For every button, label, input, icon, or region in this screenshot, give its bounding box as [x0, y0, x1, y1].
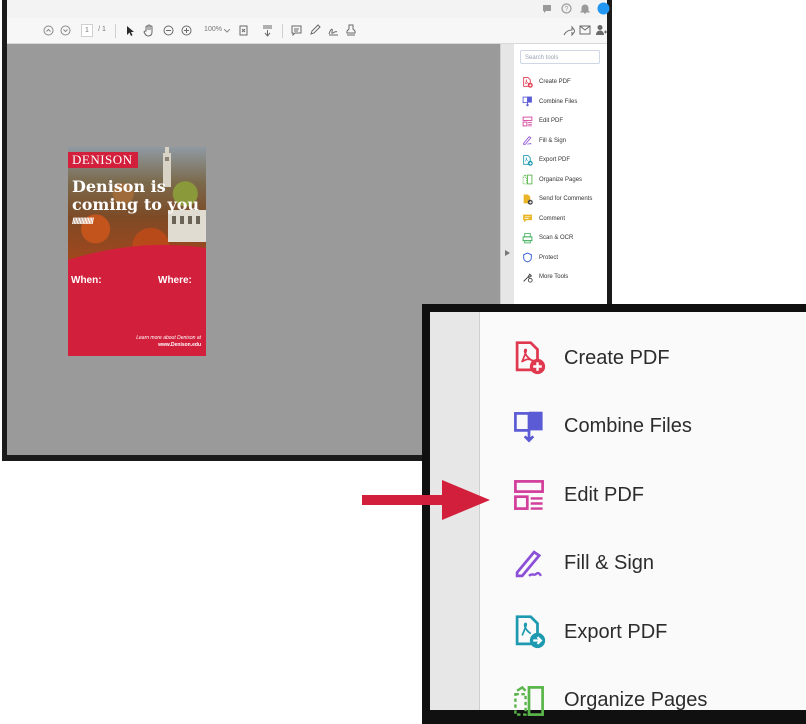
previous-page-icon[interactable]: [43, 25, 54, 36]
zoom-tool-item-label: Combine Files: [564, 415, 692, 437]
create-pdf-icon: [523, 76, 533, 88]
tool-item-label: Scan & OCR: [539, 235, 574, 241]
zoom-tool-item-label: Create PDF: [564, 346, 670, 369]
tool-item[interactable]: Comment: [522, 212, 565, 226]
page-number-input[interactable]: 1: [81, 24, 93, 37]
tool-item-label: Export PDF: [539, 157, 571, 163]
tool-item-label: Organize Pages: [539, 176, 583, 183]
fill-sign-icon: [515, 549, 542, 577]
poster-headline: Denison is coming to you: [72, 178, 206, 214]
expand-arrow-icon[interactable]: [505, 250, 510, 256]
zoom-tool-item-label: Export PDF: [564, 620, 668, 643]
tool-item[interactable]: Send for Comments: [522, 192, 592, 206]
tool-item-label: Fill & Sign: [539, 137, 567, 144]
tool-item[interactable]: Organize Pages: [522, 173, 582, 187]
tool-item[interactable]: Fill & Sign: [522, 134, 566, 148]
tool-item[interactable]: Edit PDF: [522, 114, 563, 128]
zoom-tool-item-label: Edit PDF: [564, 483, 645, 506]
tool-item[interactable]: Scan & OCR: [522, 231, 573, 245]
organize-pages-icon: [522, 174, 533, 185]
chat-icon[interactable]: [542, 4, 552, 14]
help-icon[interactable]: ?: [561, 3, 572, 14]
toolbar-divider: [282, 24, 283, 38]
protect-icon: [523, 252, 532, 263]
toolbar-divider: [115, 24, 116, 38]
hand-tool-icon[interactable]: [143, 24, 155, 37]
zoom-tool-item[interactable]: Organize Pages: [512, 681, 707, 721]
profile-avatar-icon[interactable]: [597, 2, 610, 15]
scan-ocr-icon: [522, 232, 533, 243]
page-total: / 1: [98, 26, 106, 33]
zoom-tool-item[interactable]: Export PDF: [512, 612, 667, 652]
zoom-tool-item[interactable]: Combine Files: [512, 407, 692, 447]
learn-more-line: Learn more about Denison at: [136, 335, 201, 341]
zoom-tool-item[interactable]: Fill & Sign: [512, 544, 654, 584]
tool-item-label: Send for Comments: [539, 196, 593, 202]
zoom-tool-item[interactable]: Edit PDF: [512, 475, 644, 515]
slash-pattern: //////////////: [72, 216, 94, 226]
tool-item-label: Combine Files: [539, 98, 578, 105]
edit-pdf-icon: [514, 480, 544, 510]
export-pdf-icon: [515, 615, 546, 649]
zoom-tool-item-label: Organize Pages: [564, 689, 708, 711]
share-icon[interactable]: [563, 25, 575, 36]
comment-icon: [523, 214, 532, 223]
stamp-icon[interactable]: [345, 24, 357, 36]
zoom-level-dropdown[interactable]: 100%: [202, 22, 224, 38]
zoom-in-icon[interactable]: [181, 25, 192, 36]
fit-page-icon[interactable]: [238, 24, 250, 37]
denison-logo: DENISON: [68, 152, 138, 168]
select-cursor-icon[interactable]: [125, 25, 135, 37]
edit-pdf-icon: [522, 116, 533, 126]
tool-item-label: Protect: [539, 254, 559, 261]
more-tools-icon: [523, 272, 533, 283]
zoom-tool-item-label: Fill & Sign: [564, 552, 655, 574]
tool-item[interactable]: Combine Files: [522, 95, 577, 109]
create-pdf-icon: [515, 341, 546, 375]
headline-line-2: coming to you: [72, 195, 200, 214]
tool-item[interactable]: More Tools: [522, 270, 568, 284]
bell-icon[interactable]: [580, 3, 590, 14]
main-toolbar: 1 / 1 100%: [7, 18, 607, 44]
red-curve-shape: [68, 244, 206, 272]
headline-line-1: Denison is: [72, 177, 166, 196]
website-url: www.Denison.edu: [158, 342, 201, 348]
where-label: Where:: [158, 275, 192, 286]
email-icon[interactable]: [579, 25, 591, 35]
scroll-mode-icon[interactable]: [262, 24, 273, 37]
search-tools-input[interactable]: Search tools: [520, 50, 600, 64]
learn-more-text: Learn more about Denison at www.Denison.…: [81, 335, 201, 349]
zoom-out-icon[interactable]: [163, 25, 174, 36]
comment-icon[interactable]: [291, 25, 302, 36]
combine-files-icon: [514, 411, 543, 443]
svg-text:?: ?: [565, 6, 569, 13]
tool-item[interactable]: Export PDF: [522, 153, 570, 167]
highlight-arrow-icon: [362, 480, 490, 520]
tool-item-label: Comment: [539, 215, 566, 222]
when-label: When:: [71, 275, 102, 286]
poster-page: DENISON Denison is coming to you ///////…: [68, 147, 206, 356]
tool-item-label: More Tools: [539, 274, 569, 280]
title-bar: ?: [7, 0, 610, 18]
send-comments-icon: [523, 194, 533, 205]
tool-item[interactable]: Create PDF: [522, 75, 571, 89]
organize-pages-icon: [514, 685, 544, 716]
user-add-icon[interactable]: [596, 24, 607, 36]
chevron-down-icon[interactable]: [224, 29, 230, 33]
pen-icon[interactable]: [309, 24, 321, 36]
fill-sign-icon: [523, 136, 532, 145]
tool-item-label: Edit PDF: [539, 118, 564, 124]
next-page-icon[interactable]: [60, 25, 71, 36]
combine-files-icon: [522, 96, 532, 107]
zoom-tool-item[interactable]: Create PDF: [512, 338, 670, 378]
tool-item[interactable]: Protect: [522, 251, 558, 265]
tool-item-label: Create PDF: [539, 79, 571, 85]
export-pdf-icon: [523, 154, 533, 166]
sign-icon[interactable]: [327, 24, 339, 36]
